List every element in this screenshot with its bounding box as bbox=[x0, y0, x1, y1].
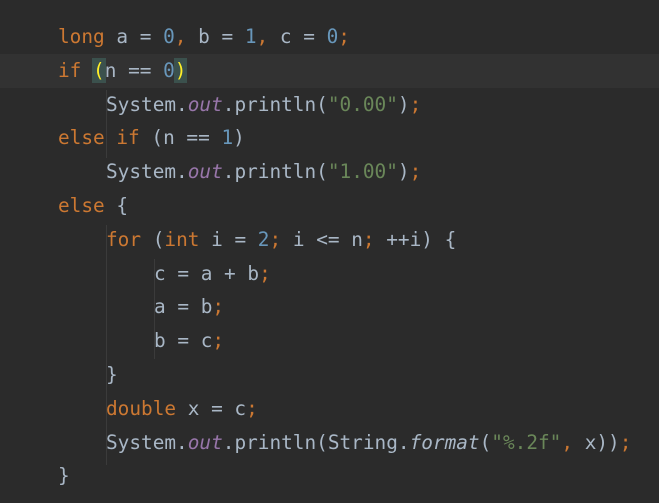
code-line-content: } bbox=[106, 358, 118, 392]
code-line-content: else if (n == 1) bbox=[58, 121, 245, 155]
code-token: ; bbox=[338, 25, 350, 48]
code-token: ( bbox=[141, 227, 165, 251]
code-line[interactable]: } bbox=[0, 358, 659, 392]
code-token: if bbox=[58, 58, 82, 82]
code-token: out bbox=[187, 430, 223, 454]
code-token: ; bbox=[362, 227, 387, 251]
code-line[interactable]: System.out.println("1.00"); bbox=[0, 155, 659, 189]
code-token: format bbox=[409, 430, 480, 454]
code-line[interactable]: System.out.println(String.format("%.2f",… bbox=[0, 426, 659, 460]
code-token: else if bbox=[58, 126, 140, 150]
code-line-content: for (int i = 2; i <= n; ++i) { bbox=[106, 223, 456, 257]
code-line-content: } bbox=[58, 459, 70, 493]
code-line[interactable]: long a = 0, b = 1, c = 0; bbox=[0, 20, 659, 54]
code-token: a = b bbox=[154, 295, 213, 319]
code-token: } bbox=[106, 363, 118, 386]
code-editor[interactable]: long a = 0, b = 1, c = 0; if (n == 0) Syst… bbox=[0, 0, 659, 503]
code-token: ) bbox=[397, 160, 410, 184]
code-line-content: c = a + b; bbox=[154, 257, 271, 291]
code-line[interactable]: else { bbox=[0, 189, 659, 223]
code-token: ; bbox=[246, 396, 258, 420]
code-token: (n == bbox=[139, 126, 222, 150]
code-token: System. bbox=[106, 430, 188, 454]
code-token: int bbox=[164, 227, 200, 251]
code-token: 0 bbox=[326, 25, 339, 48]
code-token: double bbox=[106, 396, 177, 420]
code-token: long bbox=[58, 25, 105, 48]
code-line-content: double x = c; bbox=[106, 392, 258, 426]
code-token: i = bbox=[199, 227, 258, 251]
code-token: ; bbox=[619, 430, 632, 454]
code-token: "%.2f" bbox=[491, 430, 562, 454]
code-line-content: System.out.println("0.00"); bbox=[106, 88, 421, 122]
code-line-content: System.out.println(String.format("%.2f",… bbox=[106, 426, 631, 460]
code-token: out bbox=[187, 92, 223, 116]
code-token: ; bbox=[212, 295, 225, 319]
code-line[interactable]: else if (n == 1) bbox=[0, 121, 659, 155]
code-line[interactable]: } bbox=[0, 459, 659, 493]
code-token: n == bbox=[104, 58, 164, 82]
code-token: ) bbox=[397, 92, 410, 116]
code-token: ) bbox=[233, 126, 245, 150]
code-line[interactable]: c = a + b; bbox=[0, 257, 659, 291]
code-token: c = a + b bbox=[154, 261, 260, 285]
code-token: , bbox=[256, 25, 280, 48]
code-token: 2 bbox=[257, 227, 270, 251]
code-token: 1 bbox=[221, 126, 234, 150]
code-token: .println( bbox=[222, 160, 328, 184]
code-token: System. bbox=[106, 92, 188, 116]
code-token: .println(String. bbox=[222, 430, 410, 454]
code-token: , bbox=[174, 25, 199, 48]
code-token: 0 bbox=[163, 25, 175, 48]
code-token: a = bbox=[104, 25, 164, 48]
code-token: x = c bbox=[176, 396, 247, 420]
code-token: ++i) { bbox=[386, 227, 457, 251]
code-token: c = bbox=[279, 25, 327, 48]
code-token: i <= n bbox=[292, 227, 363, 251]
code-line[interactable]: for (int i = 2; i <= n; ++i) { bbox=[0, 223, 659, 257]
code-token: 1 bbox=[244, 25, 257, 48]
code-line-content: long a = 0, b = 1, c = 0; bbox=[58, 20, 350, 54]
code-line-content: a = b; bbox=[154, 290, 224, 324]
code-token: "1.00" bbox=[327, 160, 398, 184]
code-token: b = bbox=[198, 25, 245, 48]
code-line-content: b = c; bbox=[154, 324, 224, 358]
code-token: } bbox=[58, 464, 70, 488]
code-line-content: else { bbox=[58, 189, 128, 223]
code-token: for bbox=[106, 227, 142, 251]
code-token: x)) bbox=[584, 430, 620, 454]
code-token: { bbox=[104, 194, 129, 217]
code-line[interactable]: b = c; bbox=[0, 324, 659, 358]
code-line[interactable]: System.out.println("0.00"); bbox=[0, 88, 659, 122]
code-line[interactable]: a = b; bbox=[0, 290, 659, 324]
code-token: b = c bbox=[154, 329, 213, 353]
code-token: , bbox=[561, 430, 585, 454]
code-token: out bbox=[187, 160, 223, 184]
code-token: ) bbox=[173, 57, 188, 83]
code-token: ; bbox=[409, 92, 422, 116]
code-token: else bbox=[58, 194, 105, 217]
code-token: ( bbox=[479, 430, 492, 454]
code-token: .println( bbox=[222, 92, 328, 116]
code-token: ; bbox=[259, 261, 271, 285]
code-token: 0 bbox=[163, 58, 175, 82]
code-token: "0.00" bbox=[327, 92, 398, 116]
code-token: ; bbox=[212, 329, 225, 353]
code-line-content: System.out.println("1.00"); bbox=[106, 155, 421, 189]
code-token: System. bbox=[106, 160, 188, 184]
code-line[interactable]: if (n == 0) bbox=[0, 53, 659, 88]
code-token: ; bbox=[409, 160, 422, 184]
code-token: ; bbox=[269, 227, 293, 251]
code-token: ( bbox=[92, 57, 106, 83]
code-line-content: if (n == 0) bbox=[58, 54, 188, 88]
code-line[interactable]: double x = c; bbox=[0, 392, 659, 426]
